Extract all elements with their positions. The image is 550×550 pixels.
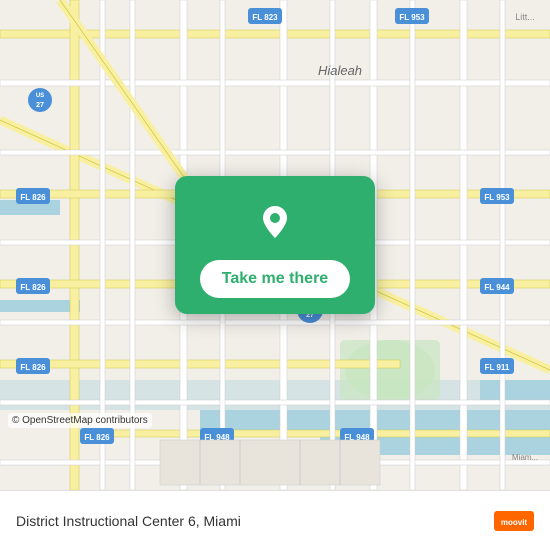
svg-text:FL 826: FL 826 xyxy=(84,433,110,442)
svg-text:moovit: moovit xyxy=(501,518,528,527)
svg-text:FL 826: FL 826 xyxy=(20,283,46,292)
location-pin-icon xyxy=(249,196,301,248)
svg-text:Litt...: Litt... xyxy=(515,12,535,22)
svg-text:FL 823: FL 823 xyxy=(252,13,278,22)
svg-text:27: 27 xyxy=(36,102,44,109)
svg-text:US: US xyxy=(36,93,44,99)
svg-text:FL 953: FL 953 xyxy=(399,13,425,22)
svg-text:FL 944: FL 944 xyxy=(484,283,510,292)
location-text: District Instructional Center 6, Miami xyxy=(16,513,241,529)
svg-text:Hialeah: Hialeah xyxy=(318,63,362,78)
moovit-logo: moovit xyxy=(494,501,534,541)
svg-text:FL 826: FL 826 xyxy=(20,193,46,202)
take-me-there-button[interactable]: Take me there xyxy=(200,260,350,298)
svg-text:FL 911: FL 911 xyxy=(485,363,510,372)
bottom-bar: District Instructional Center 6, Miami m… xyxy=(0,490,550,550)
svg-text:Miam...: Miam... xyxy=(512,453,538,462)
svg-text:FL 826: FL 826 xyxy=(20,363,46,372)
osm-credit: © OpenStreetMap contributors xyxy=(8,413,152,428)
map-container: FL 823 FL 953 US 27 FL 826 FL 826 FL 826… xyxy=(0,0,550,490)
svg-text:FL 953: FL 953 xyxy=(484,193,510,202)
location-card[interactable]: Take me there xyxy=(175,176,375,314)
